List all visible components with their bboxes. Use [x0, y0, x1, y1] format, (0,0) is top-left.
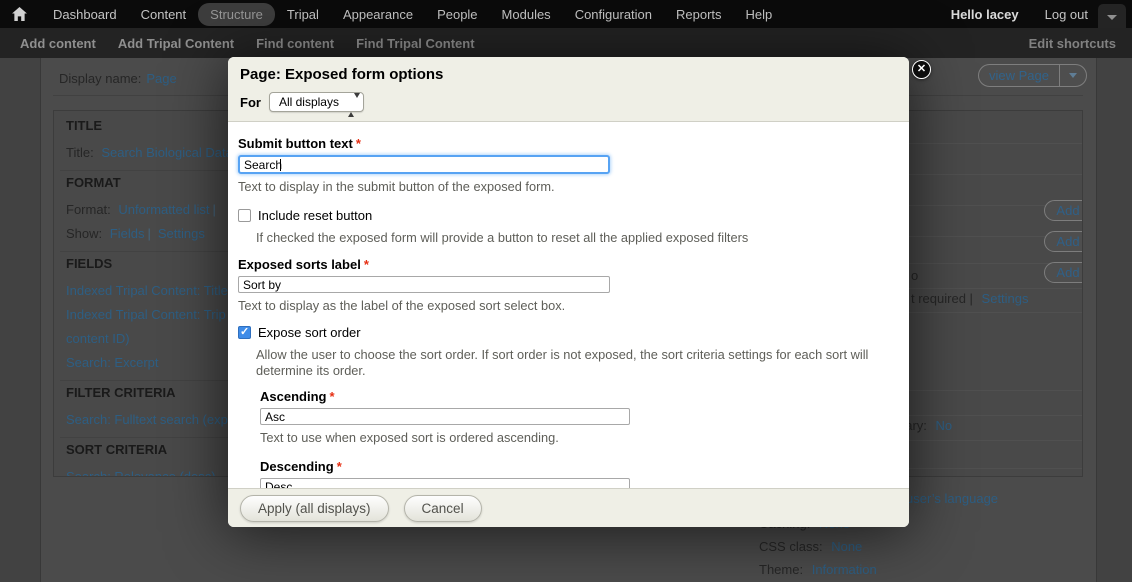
exposed-form-options-modal: Page: Exposed form options For All displ…	[228, 57, 909, 527]
expose-sort-order-row[interactable]: ✓ Expose sort order	[238, 325, 899, 340]
exposed-sorts-label-description: Text to display as the label of the expo…	[238, 298, 899, 314]
shortcut-add-tripal-content[interactable]: Add Tripal Content	[110, 36, 242, 51]
background-text-fragment: CSS class: None	[759, 539, 862, 554]
view-page-button[interactable]: view Page	[978, 64, 1087, 87]
submit-button-text-input[interactable]	[238, 155, 610, 174]
label-css-class: CSS class:	[759, 539, 823, 554]
view-page-label: view Page	[979, 68, 1059, 83]
expose-sort-order-label: Expose sort order	[258, 325, 361, 340]
chevron-down-icon	[1069, 73, 1077, 78]
link-fields[interactable]: Fields	[110, 226, 145, 241]
separator: |	[209, 202, 218, 217]
shortcut-add-content[interactable]: Add content	[12, 36, 104, 51]
label-t-required: t required |	[911, 291, 973, 306]
user-greeting: Hello lacey	[951, 7, 1019, 22]
close-icon[interactable]: ✕	[912, 60, 931, 79]
nav-item-people[interactable]: People	[425, 3, 489, 26]
link-indexed-tripal-content-trip[interactable]: Indexed Tripal Content: Trip	[66, 307, 226, 322]
label-o: o	[911, 268, 918, 283]
descending-label: Descending*	[260, 459, 899, 474]
label-title: Title:	[66, 145, 94, 160]
chevron-down-icon	[1107, 15, 1117, 20]
shortcut-find-content[interactable]: Find content	[248, 36, 342, 51]
view-page-caret[interactable]	[1059, 65, 1086, 86]
background-text-fragment: Theme: Information	[759, 562, 877, 577]
submit-button-text-description: Text to display in the submit button of …	[238, 179, 899, 195]
link-user-s-language[interactable]: user’s language	[906, 491, 998, 506]
include-reset-button-row[interactable]: Include reset button	[238, 208, 899, 223]
link-content-id[interactable]: content ID)	[66, 331, 130, 346]
expose-sort-order-description: Allow the user to choose the sort order.…	[256, 347, 888, 379]
link-indexed-tripal-content-title[interactable]: Indexed Tripal Content: Title	[66, 283, 228, 298]
up-down-arrows-icon	[348, 96, 356, 114]
nav-item-configuration[interactable]: Configuration	[563, 3, 664, 26]
exposed-sorts-label-input[interactable]	[238, 276, 610, 293]
shortcut-find-tripal-content[interactable]: Find Tripal Content	[348, 36, 482, 51]
link-search-fulltext-search-expo[interactable]: Search: Fulltext search (expo	[66, 412, 235, 427]
submit-button-text-label: Submit button text*	[238, 136, 899, 151]
ascending-label: Ascending*	[260, 389, 899, 404]
modal-footer: Apply (all displays) Cancel	[228, 488, 909, 527]
required-marker: *	[329, 389, 334, 404]
exposed-sorts-label: Exposed sorts label*	[238, 257, 899, 272]
required-marker: *	[337, 459, 342, 474]
nav-item-help[interactable]: Help	[734, 3, 785, 26]
nav-item-appearance[interactable]: Appearance	[331, 3, 425, 26]
edit-shortcuts-link[interactable]: Edit shortcuts	[1029, 36, 1116, 51]
add-filter-button[interactable]: Add	[1044, 231, 1083, 252]
checkbox-checked[interactable]: ✓	[238, 326, 251, 339]
cancel-button[interactable]: Cancel	[404, 495, 482, 522]
ascending-description: Text to use when exposed sort is ordered…	[260, 430, 899, 446]
modal-header: Page: Exposed form options For All displ…	[228, 57, 909, 121]
modal-body: Submit button text* Text to display in t…	[228, 121, 909, 488]
nav-item-structure[interactable]: Structure	[198, 3, 275, 26]
display-name-label: Display name:	[59, 71, 141, 86]
for-label: For	[240, 95, 261, 110]
link-no[interactable]: No	[936, 418, 953, 433]
add-field-button[interactable]: Add	[1044, 200, 1083, 221]
descending-input[interactable]	[260, 478, 630, 488]
required-marker: *	[356, 136, 361, 151]
add-sort-button[interactable]: Add	[1044, 262, 1083, 283]
link-none[interactable]: None	[831, 539, 862, 554]
ascending-input[interactable]	[260, 408, 630, 425]
nav-item-content[interactable]: Content	[129, 3, 199, 26]
link-search-relevance-desc[interactable]: Search: Relevance (desc)	[66, 469, 216, 477]
checkbox-unchecked[interactable]	[238, 209, 251, 222]
nav-item-modules[interactable]: Modules	[490, 3, 563, 26]
modal-title: Page: Exposed form options	[240, 65, 897, 85]
apply-button[interactable]: Apply (all displays)	[240, 495, 389, 522]
toolbar-toggle-button[interactable]	[1098, 4, 1126, 30]
check-icon: ✓	[240, 326, 249, 339]
shortcut-bar: Add content Add Tripal Content Find conten…	[0, 28, 1132, 58]
required-marker: *	[364, 257, 369, 272]
admin-toolbar: DashboardContentStructureTripalAppearanc…	[0, 0, 1132, 28]
background-text-fragment: t required | Settings	[911, 291, 1029, 306]
link-unformatted-list[interactable]: Unformatted list	[118, 202, 209, 217]
display-name-link[interactable]: Page	[146, 71, 176, 86]
label-format: Format:	[66, 202, 111, 217]
include-reset-button-label: Include reset button	[258, 208, 372, 223]
nav-item-tripal[interactable]: Tripal	[275, 3, 331, 26]
link-settings[interactable]: Settings	[158, 226, 205, 241]
logout-link[interactable]: Log out	[1045, 7, 1088, 22]
for-select-value: All displays	[279, 95, 339, 109]
nav-item-reports[interactable]: Reports	[664, 3, 734, 26]
for-displays-select[interactable]: All displays	[269, 92, 364, 112]
display-name-row: Display name: Page	[59, 71, 177, 86]
nav-item-dashboard[interactable]: Dashboard	[41, 3, 129, 26]
link-search-excerpt[interactable]: Search: Excerpt	[66, 355, 159, 370]
background-text-fragment: o	[911, 268, 918, 283]
home-icon[interactable]	[12, 7, 27, 21]
link-information[interactable]: Information	[812, 562, 877, 577]
separator: |	[144, 226, 153, 241]
label-theme: Theme:	[759, 562, 803, 577]
include-reset-button-description: If checked the exposed form will provide…	[256, 230, 888, 246]
link-search-biological-data[interactable]: Search Biological Data	[101, 145, 233, 160]
link-settings[interactable]: Settings	[982, 291, 1029, 306]
label-show: Show:	[66, 226, 102, 241]
background-text-fragment: user’s language	[906, 491, 998, 506]
